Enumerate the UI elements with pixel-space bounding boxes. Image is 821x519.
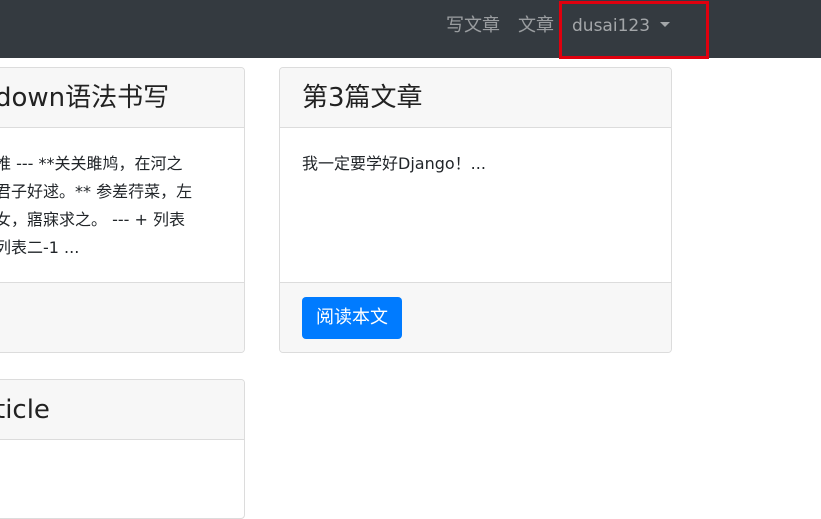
card-header: ticle xyxy=(0,380,244,440)
article-excerpt: 推 --- **关关雎鸠，在河之 君子好逑。** 参差荇菜，左 女，寤寐求之。 … xyxy=(0,150,231,262)
username-label: dusai123 xyxy=(572,16,650,36)
card-footer: 阅读本文 xyxy=(280,282,671,352)
card-header: 第3篇文章 xyxy=(280,68,671,128)
article-card: down语法书写 推 --- **关关雎鸠，在河之 君子好逑。** 参差荇菜，左… xyxy=(0,67,245,353)
user-dropdown-toggle[interactable]: dusai123 xyxy=(572,14,670,38)
article-card: 第3篇文章 我一定要学好Django！... 阅读本文 xyxy=(279,67,672,353)
card-header: down语法书写 xyxy=(0,68,244,128)
nav-articles-link[interactable]: 文章 xyxy=(518,14,554,38)
article-card: ticle . xyxy=(0,379,245,519)
read-article-button[interactable]: 阅读本文 xyxy=(302,297,402,339)
article-title: 第3篇文章 xyxy=(302,82,423,114)
card-footer xyxy=(0,282,244,352)
nav-write-article-link[interactable]: 写文章 xyxy=(446,14,500,38)
article-title: ticle xyxy=(0,394,50,426)
article-excerpt: 我一定要学好Django！... xyxy=(302,150,486,178)
article-title: down语法书写 xyxy=(0,82,169,114)
caret-down-icon xyxy=(660,22,670,27)
top-navbar: 写文章 文章 dusai123 xyxy=(0,0,821,58)
